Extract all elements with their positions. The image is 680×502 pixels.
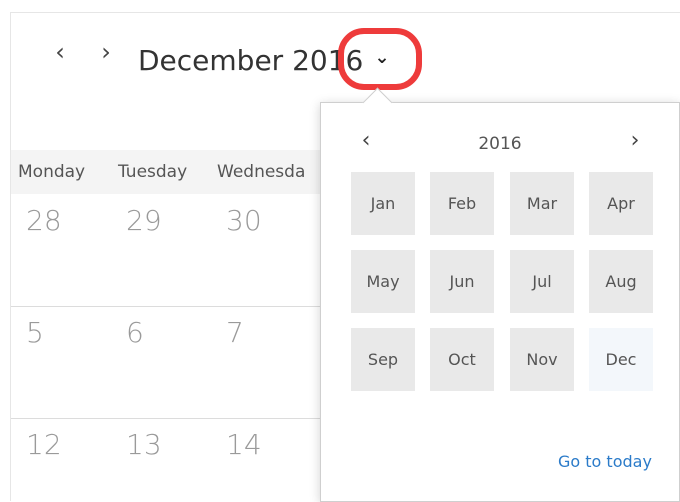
month-button-oct[interactable]: Oct — [430, 328, 494, 391]
weekday-label: Tuesday — [118, 162, 188, 182]
day-cell[interactable]: 14 — [226, 428, 262, 461]
month-button-apr[interactable]: Apr — [589, 172, 653, 235]
month-button-nov[interactable]: Nov — [510, 328, 574, 391]
highlight-circle — [338, 28, 422, 90]
month-button-aug[interactable]: Aug — [589, 250, 653, 313]
day-cell[interactable]: 5 — [26, 316, 44, 349]
month-button-may[interactable]: May — [351, 250, 415, 313]
go-to-today-link[interactable]: Go to today — [558, 452, 652, 471]
next-month-button[interactable]: › — [94, 38, 118, 66]
month-button-jan[interactable]: Jan — [351, 172, 415, 235]
previous-month-button[interactable]: ‹ — [48, 38, 72, 66]
day-cell[interactable]: 13 — [126, 428, 162, 461]
month-button-dec[interactable]: Dec — [589, 328, 653, 391]
month-button-mar[interactable]: Mar — [510, 172, 574, 235]
weekday-label: Monday — [18, 162, 86, 182]
day-cell[interactable]: 30 — [226, 204, 262, 237]
day-cell[interactable]: 12 — [26, 428, 62, 461]
weekday-label: Wednesda — [217, 162, 306, 182]
year-label: 2016 — [478, 134, 522, 154]
day-cell[interactable]: 7 — [226, 316, 244, 349]
day-cell[interactable]: 29 — [126, 204, 162, 237]
day-cell[interactable]: 28 — [26, 204, 62, 237]
month-button-jul[interactable]: Jul — [510, 250, 574, 313]
month-button-feb[interactable]: Feb — [430, 172, 494, 235]
month-button-sep[interactable]: Sep — [351, 328, 415, 391]
month-button-jun[interactable]: Jun — [430, 250, 494, 313]
previous-year-button[interactable]: ‹ — [355, 128, 377, 154]
next-year-button[interactable]: › — [624, 128, 646, 154]
day-cell[interactable]: 6 — [126, 316, 144, 349]
month-title: December 2016 — [138, 44, 364, 77]
